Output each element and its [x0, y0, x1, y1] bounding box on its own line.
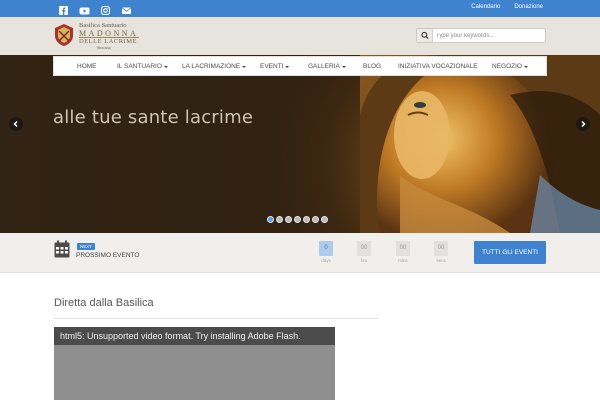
countdown-unit: secs: [436, 258, 446, 263]
nav-item-negozio[interactable]: NEGOZIO: [492, 63, 528, 70]
nav-item-la-lacrimazione[interactable]: LA LACRIMAZIONE: [182, 63, 247, 70]
chevron-right-icon: [581, 120, 586, 128]
all-events-button[interactable]: TUTTI GLI EVENTI: [474, 241, 546, 264]
next-event-strip: NEXT PROSSIMO EVENTO 0 days 00 hrs 00 mi…: [0, 233, 600, 273]
countdown-minutes: 00 mins: [396, 241, 410, 263]
hero-backdrop: [0, 55, 360, 233]
countdown-value: 00: [434, 241, 448, 256]
slider-dot[interactable]: [285, 216, 292, 223]
nav-item-label: IL SANTUARIO: [117, 63, 162, 70]
section-title: Diretta dalla Basilica: [54, 297, 154, 309]
slider-dots: [267, 216, 328, 223]
madonna-image: [360, 55, 600, 233]
caret-down-icon: [341, 65, 346, 68]
slider-next-button[interactable]: [576, 117, 590, 131]
top-links: Calendario Donazione: [471, 4, 543, 10]
nav-item-blog[interactable]: BLOG: [363, 63, 381, 70]
nav-item-home[interactable]: HOME: [77, 63, 97, 70]
logo-line-city: Siracusa: [97, 45, 111, 50]
nav-item-galleria[interactable]: GALLERIA: [308, 63, 346, 70]
search-box: [416, 28, 546, 43]
slider-dot[interactable]: [303, 216, 310, 223]
countdown-value: 00: [396, 241, 410, 256]
nav-item-label: EVENTI: [260, 63, 284, 70]
live-video-player[interactable]: html5: Unsupported video format. Try ins…: [54, 327, 335, 400]
email-icon[interactable]: [121, 3, 132, 14]
logo-line-lacrime: DELLE LACRIME: [79, 38, 137, 45]
caret-down-icon: [242, 65, 247, 68]
nav-item-label: LA LACRIMAZIONE: [182, 63, 241, 70]
chevron-left-icon: [13, 120, 18, 128]
search-button[interactable]: [417, 29, 433, 42]
countdown-unit: hrs: [360, 258, 368, 263]
social-links: [58, 3, 132, 16]
countdown-value: 0: [319, 241, 333, 256]
slider-dot[interactable]: [312, 216, 319, 223]
main-navigation: HOME IL SANTUARIO LA LACRIMAZIONE EVENTI…: [53, 56, 547, 76]
countdown-days: 0 days: [319, 241, 333, 263]
hero-slider: alle tue sante lacrime: [0, 55, 600, 233]
calendar-icon: [54, 240, 70, 258]
nav-item-iniziativa-vocazionale[interactable]: INIZIATIVA VOCAZIONALE: [398, 63, 478, 70]
instagram-icon[interactable]: [100, 3, 111, 16]
youtube-icon[interactable]: [79, 3, 90, 15]
top-utility-bar: Calendario Donazione: [0, 0, 600, 17]
countdown-unit: mins: [398, 258, 408, 263]
nav-item-eventi[interactable]: EVENTI: [260, 63, 290, 70]
next-badge: NEXT: [77, 243, 96, 250]
top-link-donation[interactable]: Donazione: [514, 4, 543, 10]
site-header: Basilica Santuario MADONNA DELLE LACRIME…: [0, 17, 600, 55]
search-icon: [421, 31, 429, 40]
facebook-icon[interactable]: [58, 3, 69, 15]
crest-icon: [55, 24, 73, 46]
slider-dot[interactable]: [294, 216, 301, 223]
caret-down-icon: [285, 65, 290, 68]
slider-dot[interactable]: [321, 216, 328, 223]
caret-down-icon: [163, 65, 168, 68]
section-divider: [54, 318, 378, 319]
nav-item-label: HOME: [77, 63, 97, 70]
top-link-calendar[interactable]: Calendario: [471, 4, 500, 10]
hero-caption: alle tue sante lacrime: [53, 107, 254, 128]
nav-item-label: BLOG: [363, 63, 382, 70]
video-error-bar: html5: Unsupported video format. Try ins…: [54, 327, 335, 345]
countdown-value: 00: [357, 241, 371, 256]
nav-item-label: INIZIATIVA VOCAZIONALE: [398, 63, 478, 70]
slider-prev-button[interactable]: [9, 117, 23, 131]
video-error-message: html5: Unsupported video format. Try ins…: [60, 331, 301, 341]
logo-line-basilica: Basilica Santuario: [79, 22, 127, 29]
nav-item-il-santuario[interactable]: IL SANTUARIO: [117, 63, 168, 70]
nav-item-label: GALLERIA: [308, 63, 340, 70]
site-logo[interactable]: Basilica Santuario MADONNA DELLE LACRIME…: [53, 22, 139, 52]
next-event-label: PROSSIMO EVENTO: [76, 252, 140, 259]
slider-dot[interactable]: [267, 216, 274, 223]
nav-item-label: NEGOZIO: [492, 63, 522, 70]
countdown-hours: 00 hrs: [357, 241, 371, 263]
caret-down-icon: [523, 65, 528, 68]
countdown-seconds: 00 secs: [434, 241, 448, 263]
countdown-unit: days: [321, 258, 331, 263]
search-input[interactable]: [436, 29, 544, 42]
slider-dot[interactable]: [276, 216, 283, 223]
